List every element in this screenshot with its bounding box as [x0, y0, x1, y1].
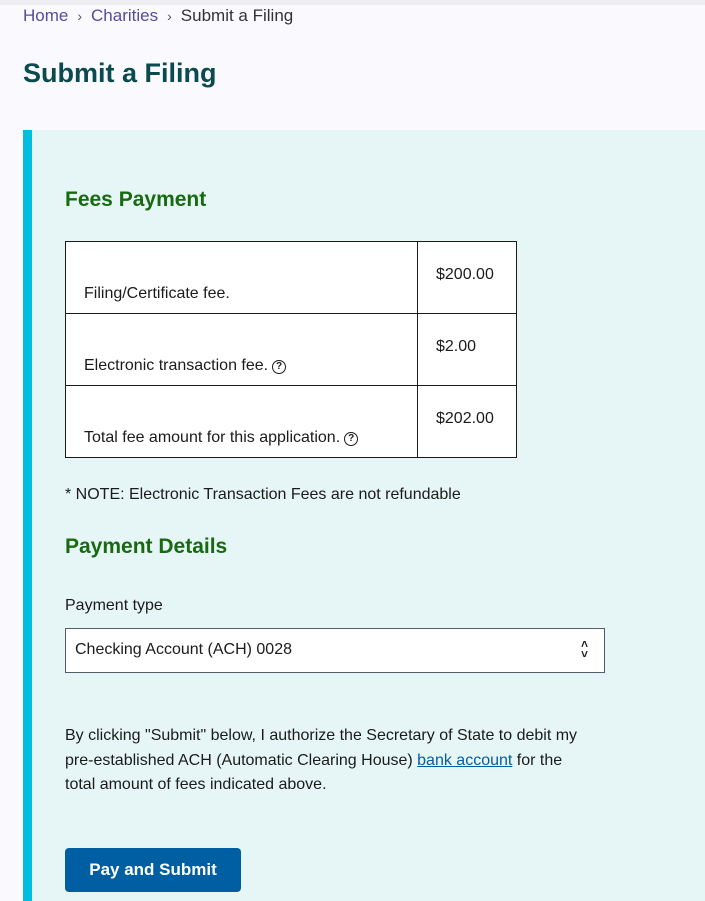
fees-table: Filing/Certificate fee. $200.00 Electroni… — [65, 241, 517, 458]
breadcrumb-home[interactable]: Home — [23, 6, 68, 26]
table-row: Total fee amount for this application.? $… — [65, 385, 517, 458]
fee-amount: $2.00 — [417, 313, 517, 386]
payment-type-select[interactable]: Checking Account (ACH) 0028 ˄ ˅ — [65, 628, 605, 673]
payment-details-heading: Payment Details — [65, 535, 228, 558]
chevron-right-icon: › — [167, 8, 172, 24]
fee-label: Filing/Certificate fee. — [65, 241, 418, 314]
fee-label: Total fee amount for this application. — [84, 429, 341, 446]
fee-amount: $200.00 — [417, 241, 517, 314]
pay-and-submit-button[interactable]: Pay and Submit — [65, 848, 241, 892]
table-row: Filing/Certificate fee. $200.00 — [65, 241, 517, 314]
breadcrumb-charities[interactable]: Charities — [91, 6, 158, 26]
breadcrumb: Home › Charities › Submit a Filing — [23, 6, 293, 26]
chevron-right-icon: › — [77, 8, 83, 24]
authorization-text: By clicking "Submit" below, I authorize … — [65, 727, 578, 793]
breadcrumb-current: Submit a Filing — [180, 6, 294, 25]
bank-account-link[interactable]: bank account — [417, 752, 512, 769]
page-title: Submit a Filing — [23, 58, 217, 88]
fee-amount: $202.00 — [417, 385, 517, 458]
help-icon[interactable]: ? — [272, 360, 287, 374]
chevron-up-down-icon: ˄ ˅ — [580, 637, 588, 661]
top-divider — [0, 0, 705, 5]
payment-type-value: Checking Account (ACH) 0028 — [75, 641, 292, 658]
table-row: Electronic transaction fee.? $2.00 — [65, 313, 517, 386]
fee-label: Electronic transaction fee. — [84, 357, 269, 374]
filing-panel: Fees Payment Filing/Certificate fee. $200… — [23, 130, 705, 901]
payment-type-label: Payment type — [65, 597, 163, 614]
fees-heading: Fees Payment — [65, 188, 207, 211]
refund-note: * NOTE: Electronic Transaction Fees are … — [65, 486, 461, 503]
help-icon[interactable]: ? — [344, 432, 359, 446]
